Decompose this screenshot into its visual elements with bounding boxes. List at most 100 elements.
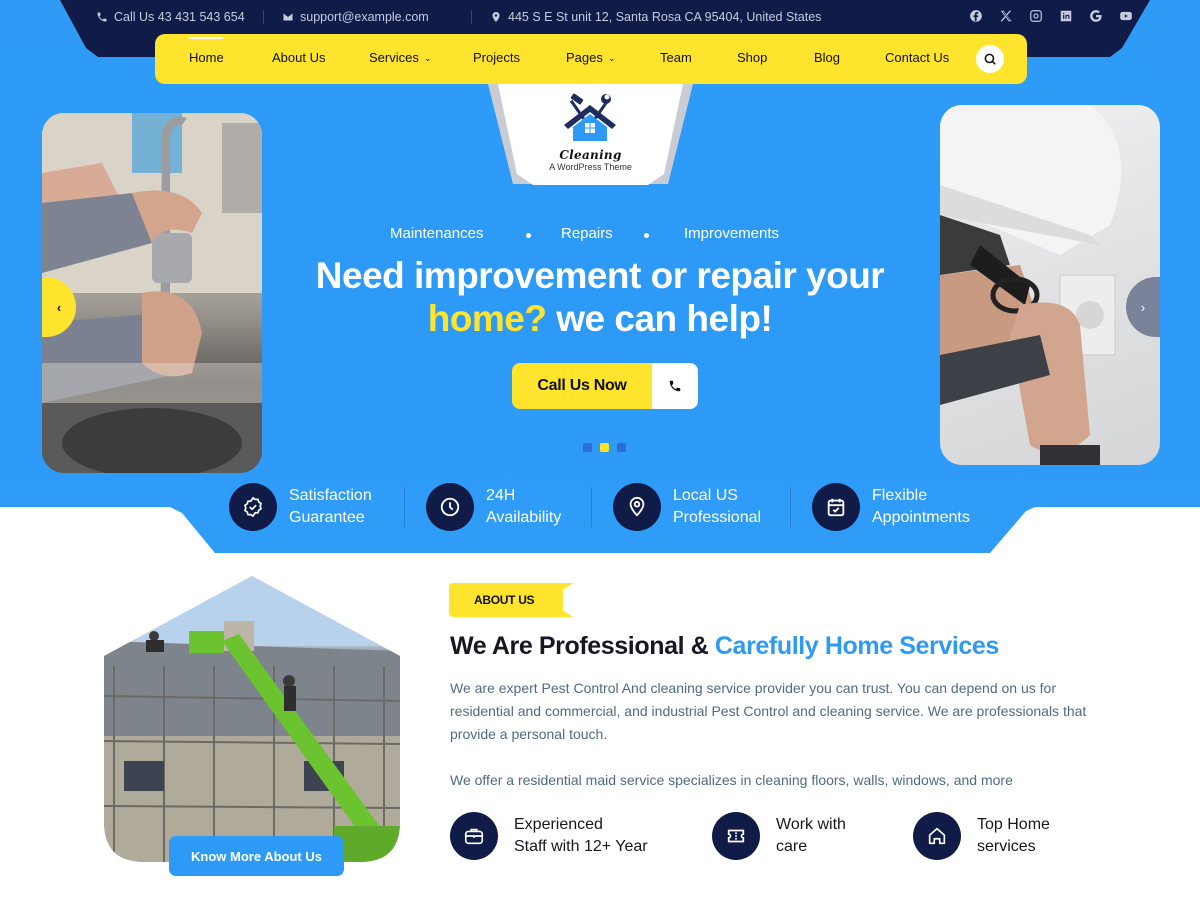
location-pin-icon <box>613 483 661 531</box>
about-heading: We Are Professional & Carefully Home Ser… <box>450 632 999 661</box>
topbar-address-text: 445 S E St unit 12, Santa Rosa CA 95404,… <box>508 10 822 24</box>
about-feature-line1: Top Home <box>977 816 1050 833</box>
nav-label: Shop <box>737 50 768 65</box>
chevron-right-icon: › <box>1140 299 1146 315</box>
about-feature-line2: care <box>776 838 808 855</box>
divider <box>263 10 264 24</box>
nav-label: Blog <box>814 50 841 65</box>
ticket-icon <box>712 812 760 860</box>
feature-satisfaction: Satisfaction Guarantee <box>229 483 372 531</box>
chevron-left-icon: ‹ <box>56 299 62 315</box>
social-links <box>968 8 1134 24</box>
google-icon[interactable] <box>1088 8 1104 24</box>
search-icon <box>984 53 996 65</box>
logo-title: Cleaning <box>559 148 622 162</box>
bullet-dot <box>644 233 649 238</box>
call-us-now-button[interactable]: Call Us Now <box>512 363 698 409</box>
nav-label: Contact Us <box>885 50 950 65</box>
slider-pagination <box>583 443 626 452</box>
home-icon <box>913 812 961 860</box>
badge-check-icon <box>229 483 277 531</box>
instagram-icon[interactable] <box>1028 8 1044 24</box>
feature-flexible-appointments: Flexible Appointments <box>812 483 970 531</box>
phone-icon <box>669 380 681 392</box>
nav-item-shop[interactable]: Shop <box>737 50 767 65</box>
call-us-now-label: Call Us Now <box>512 363 652 409</box>
logo-subtitle: A WordPress Theme <box>549 162 632 172</box>
nav-label: Services <box>369 50 419 65</box>
nav-item-projects[interactable]: Projects <box>473 50 520 65</box>
facebook-icon[interactable] <box>968 8 984 24</box>
feature-line2: Guarantee <box>289 509 365 526</box>
x-icon[interactable] <box>998 8 1014 24</box>
slider-dot-2-active[interactable] <box>600 443 609 452</box>
nav-label: About Us <box>272 50 326 65</box>
slider-dot-1[interactable] <box>583 443 592 452</box>
nav-label: Home <box>189 50 224 65</box>
search-button[interactable] <box>976 45 1004 73</box>
feature-line2: Appointments <box>872 509 970 526</box>
linkedin-icon[interactable] <box>1058 8 1074 24</box>
about-heading-highlight: Carefully Home Services <box>714 632 999 660</box>
know-more-about-us-button[interactable]: Know More About Us <box>169 836 344 876</box>
feature-line1: Satisfaction <box>289 487 372 504</box>
about-feature-experienced-staff: Experienced Staff with 12+ Year <box>450 812 648 860</box>
nav-item-about-us[interactable]: About Us <box>272 50 325 65</box>
hero-heading-line2: we can help! <box>546 298 773 339</box>
feature-line2: Availability <box>486 509 562 526</box>
hero-tag: Improvements <box>684 225 780 242</box>
nav-item-pages[interactable]: Pages ⌄ <box>566 50 615 65</box>
feature-local-professional: Local US Professional <box>613 483 761 531</box>
about-heading-main: We Are Professional & <box>450 632 715 660</box>
hero-heading-highlight: home? <box>427 298 547 339</box>
nav-item-contact-us[interactable]: Contact Us <box>885 50 949 65</box>
topbar-email-text: support@example.com <box>300 10 429 24</box>
topbar-phone-text: Call Us 43 431 543 654 <box>114 10 245 24</box>
nav-item-services[interactable]: Services ⌄ <box>369 50 431 65</box>
about-feature-line2: services <box>977 838 1036 855</box>
hero-heading-line1: Need improvement or repair your <box>315 255 885 296</box>
chevron-down-icon: ⌄ <box>607 53 616 63</box>
feature-line1: Flexible <box>872 487 928 504</box>
main-navbar: Home About Us Services ⌄ Projects Pages ⌄ … <box>155 34 1027 84</box>
about-feature-line1: Experienced <box>514 816 603 833</box>
clock-icon <box>426 483 474 531</box>
hero-service-tags: Maintenances Repairs Improvements <box>300 225 900 245</box>
hero-heading: Need improvement or repair your home? we… <box>200 254 1000 340</box>
topbar-address: 445 S E St unit 12, Santa Rosa CA 95404,… <box>490 9 821 25</box>
nav-label: Pages <box>566 50 603 65</box>
about-us-badge: ABOUT US <box>449 583 573 617</box>
nav-item-team[interactable]: Team <box>660 50 692 65</box>
roof-construction-illustration <box>104 576 400 862</box>
nav-active-indicator <box>189 37 223 39</box>
about-feature-line1: Work with <box>776 816 846 833</box>
divider <box>471 10 472 24</box>
about-feature-top-home-services: Top Home services <box>913 812 1050 860</box>
calendar-check-icon <box>812 483 860 531</box>
nav-item-blog[interactable]: Blog <box>814 50 840 65</box>
topbar-email[interactable]: support@example.com <box>282 9 429 25</box>
phone-icon <box>97 12 107 22</box>
location-pin-icon <box>492 12 500 22</box>
slider-dot-3[interactable] <box>617 443 626 452</box>
divider <box>790 487 791 527</box>
divider <box>404 487 405 527</box>
hero-bottom-notch-left <box>0 507 215 567</box>
call-button-icon-wrap <box>652 363 698 409</box>
logo-house-tools-icon <box>564 93 616 141</box>
youtube-icon[interactable] <box>1118 8 1134 24</box>
divider <box>591 487 592 527</box>
hero-tag: Maintenances <box>390 225 484 242</box>
chevron-down-icon: ⌄ <box>423 53 432 63</box>
bullet-dot <box>526 233 531 238</box>
hero-tag: Repairs <box>561 225 613 242</box>
mail-icon <box>283 13 293 21</box>
nav-label: Projects <box>473 50 520 65</box>
topbar-phone[interactable]: Call Us 43 431 543 654 <box>96 9 245 25</box>
nav-item-home[interactable]: Home <box>189 50 224 65</box>
about-feature-line2: Staff with 12+ Year <box>514 838 648 855</box>
about-paragraph-1: We are expert Pest Control And cleaning … <box>450 680 1087 742</box>
feature-line1: 24H <box>486 487 516 504</box>
about-feature-work-with-care: Work with care <box>712 812 846 860</box>
feature-line2: Professional <box>673 509 762 526</box>
